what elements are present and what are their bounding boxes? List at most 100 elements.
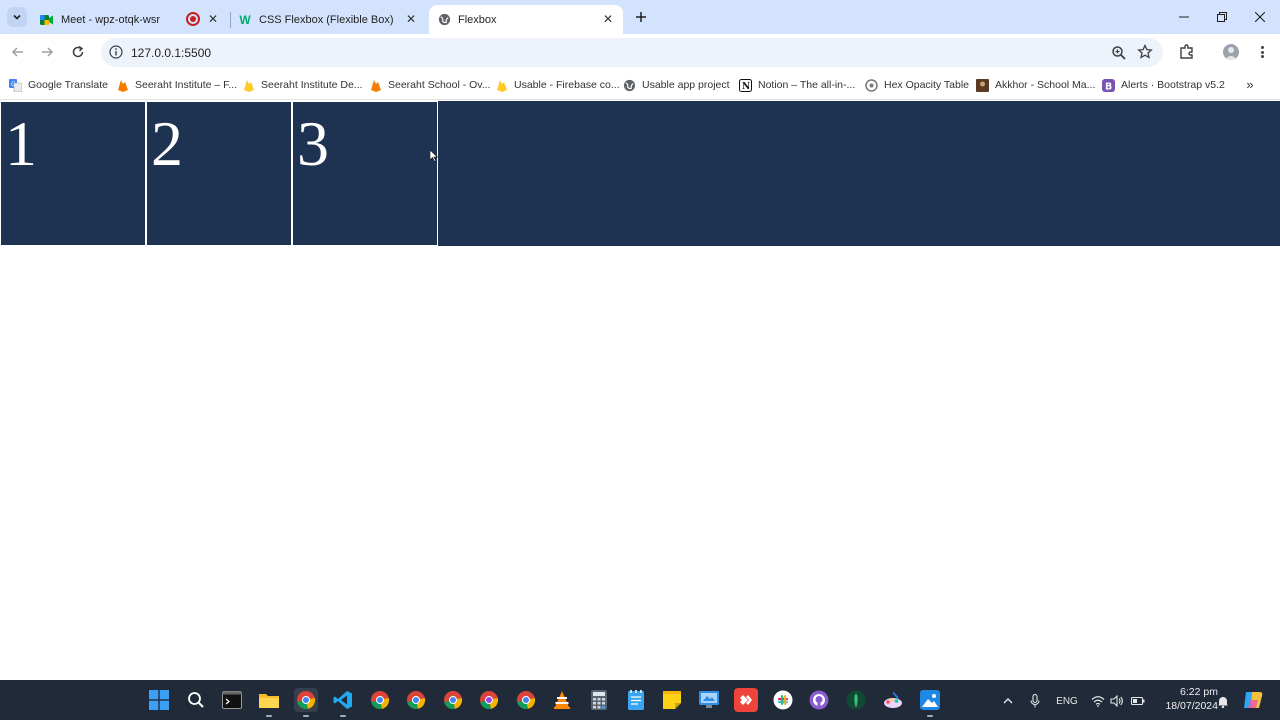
bookmark-google-translate[interactable]: G Google Translate bbox=[9, 77, 108, 93]
github-desktop-icon bbox=[809, 690, 829, 710]
svg-text:G: G bbox=[11, 81, 16, 88]
taskbar-chrome-2[interactable] bbox=[368, 688, 392, 712]
restore-button[interactable] bbox=[1207, 6, 1237, 28]
taskbar-chrome-3[interactable] bbox=[404, 688, 428, 712]
tray-volume[interactable] bbox=[1109, 693, 1125, 709]
address-bar[interactable]: 127.0.0.1:5500 bbox=[101, 38, 1163, 67]
profile-avatar[interactable] bbox=[1223, 44, 1239, 60]
tab-flexbox[interactable]: Flexbox ✕ bbox=[429, 5, 623, 34]
copilot-icon bbox=[1244, 692, 1263, 708]
clock-time: 6:22 pm bbox=[1180, 686, 1218, 698]
tray-wifi[interactable] bbox=[1090, 693, 1106, 709]
bookmark-label: Alerts · Bootstrap v5.2 bbox=[1121, 79, 1225, 91]
bookmark-bootstrap-alerts[interactable]: B Alerts · Bootstrap v5.2 bbox=[1102, 77, 1225, 93]
taskbar-calculator[interactable] bbox=[587, 688, 611, 712]
tab-title: Meet - wpz-otqk-wsr bbox=[61, 13, 161, 26]
bookmark-seeraht-school[interactable]: Seeraht School - Ov... bbox=[369, 77, 491, 93]
taskbar-mongodb[interactable] bbox=[844, 688, 868, 712]
bookmark-seeraht-institute-f[interactable]: Seeraht Institute – F... bbox=[116, 77, 237, 93]
browser-menu-icon[interactable] bbox=[1255, 44, 1269, 60]
taskbar-chrome-5[interactable] bbox=[477, 688, 501, 712]
tray-copilot[interactable] bbox=[1241, 690, 1265, 710]
start-button[interactable] bbox=[147, 688, 171, 712]
mongodb-icon bbox=[846, 690, 866, 710]
svg-text:B: B bbox=[1105, 81, 1112, 92]
bookmark-label: Notion – The all-in-... bbox=[758, 79, 856, 91]
taskbar-vscode[interactable] bbox=[331, 688, 355, 717]
tab-close-icon[interactable]: ✕ bbox=[601, 12, 615, 26]
taskbar-control-panel[interactable] bbox=[697, 688, 721, 712]
tray-overflow-button[interactable] bbox=[1000, 693, 1016, 709]
firebase-icon bbox=[369, 79, 382, 92]
chrome-icon bbox=[480, 691, 499, 710]
back-button[interactable] bbox=[7, 41, 29, 63]
vscode-icon bbox=[333, 691, 352, 709]
taskbar-notepad[interactable] bbox=[624, 688, 648, 712]
start-icon bbox=[149, 690, 169, 710]
tray-battery[interactable] bbox=[1130, 693, 1146, 709]
hex-icon bbox=[865, 78, 878, 92]
firebase-icon bbox=[495, 79, 508, 92]
tab-css-flexbox[interactable]: W CSS Flexbox (Flexible Box) ✕ bbox=[232, 5, 426, 34]
taskbar-search-button[interactable] bbox=[184, 688, 208, 712]
bookmark-usable-app-project[interactable]: Usable app project bbox=[623, 77, 730, 93]
extensions-icon[interactable] bbox=[1178, 43, 1196, 61]
info-icon[interactable] bbox=[109, 45, 123, 59]
bookmark-label: Seeraht School - Ov... bbox=[388, 79, 491, 91]
tab-search-button[interactable] bbox=[7, 7, 27, 27]
chrome-icon bbox=[517, 691, 536, 710]
bookmark-usable-firebase[interactable]: Usable - Firebase co... bbox=[495, 77, 620, 93]
taskbar-file-explorer[interactable] bbox=[257, 688, 281, 717]
notion-icon: N bbox=[739, 78, 752, 92]
bookmarks-overflow-icon[interactable]: » bbox=[1242, 75, 1258, 93]
reload-button[interactable] bbox=[67, 41, 89, 63]
taskbar-terminal[interactable] bbox=[220, 688, 244, 712]
restore-icon bbox=[1217, 12, 1227, 22]
taskbar-sticky-notes[interactable] bbox=[660, 688, 684, 712]
new-tab-button[interactable] bbox=[631, 7, 651, 27]
firebase-icon bbox=[242, 79, 255, 92]
running-indicator bbox=[266, 715, 272, 717]
recording-icon bbox=[186, 12, 200, 26]
url-text[interactable]: 127.0.0.1:5500 bbox=[131, 46, 211, 60]
zoom-icon[interactable] bbox=[1111, 45, 1127, 61]
close-window-button[interactable] bbox=[1245, 6, 1275, 28]
bookmark-star-icon[interactable] bbox=[1137, 44, 1153, 60]
tray-notifications[interactable] bbox=[1216, 693, 1230, 709]
bookmark-label: Usable - Firebase co... bbox=[514, 79, 620, 91]
running-indicator bbox=[927, 715, 933, 717]
taskbar-paint[interactable] bbox=[881, 688, 905, 712]
forward-button[interactable] bbox=[36, 41, 58, 63]
chrome-icon bbox=[407, 691, 426, 710]
taskbar-photos[interactable] bbox=[918, 688, 942, 717]
bootstrap-icon: B bbox=[1102, 78, 1115, 92]
taskbar-vlc[interactable] bbox=[550, 688, 574, 712]
tray-language[interactable]: ENG bbox=[1054, 693, 1080, 709]
file-explorer-icon bbox=[259, 694, 279, 708]
taskbar-clock[interactable]: 6:22 pm 18/07/2024 bbox=[1152, 685, 1218, 713]
globe-icon bbox=[623, 79, 636, 92]
taskbar-github-desktop[interactable] bbox=[807, 688, 831, 712]
tab-close-icon[interactable]: ✕ bbox=[206, 12, 220, 26]
flex-container: 1 2 3 bbox=[0, 101, 1280, 246]
paint-icon bbox=[884, 692, 902, 708]
bookmark-label: Seeraht Institute De... bbox=[261, 79, 363, 91]
bookmark-seeraht-institute-de[interactable]: Seeraht Institute De... bbox=[242, 77, 363, 93]
windows-taskbar: ENG 6:22 pm 18/07/2024 bbox=[0, 680, 1280, 720]
bookmark-akkhor[interactable]: Akkhor - School Ma... bbox=[976, 77, 1095, 93]
chrome-icon bbox=[297, 691, 316, 710]
tab-close-icon[interactable]: ✕ bbox=[404, 12, 418, 26]
flex-item-2: 2 bbox=[146, 101, 292, 246]
minimize-button[interactable] bbox=[1169, 6, 1199, 28]
taskbar-anydesk[interactable] bbox=[734, 688, 758, 712]
taskbar-slack[interactable] bbox=[771, 688, 795, 712]
taskbar-chrome-active[interactable] bbox=[294, 688, 318, 717]
chrome-icon bbox=[444, 691, 463, 710]
taskbar-chrome-4[interactable] bbox=[441, 688, 465, 712]
tab-title: CSS Flexbox (Flexible Box) bbox=[259, 13, 394, 26]
bookmark-notion[interactable]: N Notion – The all-in-... bbox=[739, 77, 855, 93]
taskbar-chrome-6[interactable] bbox=[514, 688, 538, 712]
tray-microphone[interactable] bbox=[1027, 693, 1043, 709]
tab-meet[interactable]: Meet - wpz-otqk-wsr ✕ bbox=[34, 5, 228, 34]
bookmark-hex-opacity-table[interactable]: Hex Opacity Table bbox=[865, 77, 969, 93]
